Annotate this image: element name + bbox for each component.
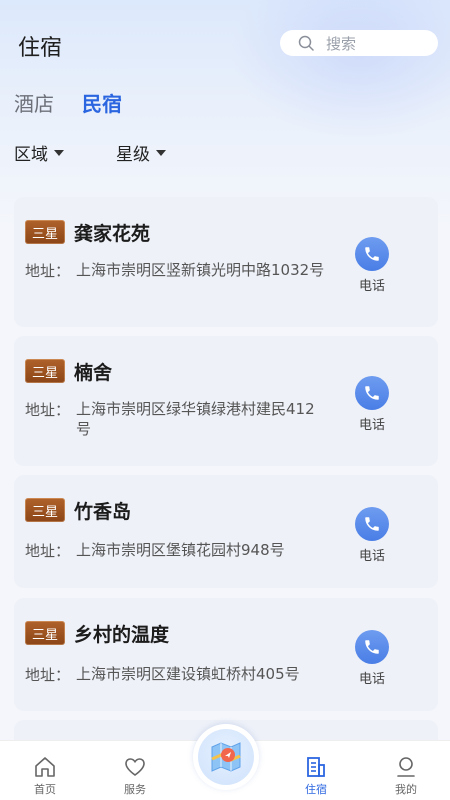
call-label: 电话 (358, 279, 385, 294)
listing-card[interactable]: 三星 乡村的温度 地址： 上海市崇明区建设镇虹桥村405号 电话 (14, 598, 438, 711)
nav-home[interactable]: 首页 (15, 755, 75, 797)
address-text: 上海市崇明区建设镇虹桥村405号 (76, 665, 300, 683)
listing-card[interactable]: 三星 竹香岛 地址： 上海市崇明区堡镇花园村948号 电话 (14, 475, 438, 588)
star-badge: 三星 (25, 621, 65, 645)
search-placeholder: 搜索 (326, 34, 357, 53)
listing-address: 地址： 上海市崇明区堡镇花园村948号 (25, 540, 325, 561)
search-bar[interactable]: 搜索 (280, 30, 438, 56)
user-icon (397, 757, 415, 777)
map-navigation-icon (198, 729, 254, 785)
search-icon (298, 35, 314, 51)
filter-star-label: 星级 (116, 145, 150, 165)
call-button[interactable]: 电话 (354, 376, 390, 433)
header: 住宿 搜索 (0, 0, 450, 80)
star-badge: 三星 (25, 498, 65, 522)
filter-bar: 区域 星级 (14, 140, 166, 165)
listing-address: 地址： 上海市崇明区竖新镇光明中路1032号 (25, 260, 325, 281)
listing-card[interactable]: 三星 龚家花苑 地址： 上海市崇明区竖新镇光明中路1032号 电话 (14, 197, 438, 327)
listing-name: 龚家花苑 (74, 223, 151, 245)
phone-icon (355, 237, 389, 271)
nav-home-label: 首页 (34, 783, 56, 796)
caret-down-icon (156, 149, 166, 156)
address-text: 上海市崇明区绿华镇绿港村建民412号 (76, 400, 315, 438)
address-text: 上海市崇明区堡镇花园村948号 (76, 541, 285, 559)
call-label: 电话 (358, 418, 385, 433)
nav-profile-label: 我的 (395, 783, 417, 796)
filter-star-rating[interactable]: 星级 (116, 140, 166, 165)
home-icon (35, 757, 55, 777)
listing-name: 乡村的温度 (74, 624, 170, 646)
phone-icon (355, 630, 389, 664)
star-badge: 三星 (25, 359, 65, 383)
caret-down-icon (54, 149, 64, 156)
listing-name: 竹香岛 (74, 501, 132, 523)
listing-address: 地址： 上海市崇明区建设镇虹桥村405号 (25, 664, 325, 685)
nav-profile[interactable]: 我的 (376, 755, 436, 797)
nav-services[interactable]: 服务 (105, 755, 165, 797)
center-map-button[interactable] (193, 724, 259, 790)
nav-services-label: 服务 (124, 783, 146, 796)
star-badge: 三星 (25, 220, 65, 244)
address-text: 上海市崇明区竖新镇光明中路1032号 (76, 261, 325, 279)
address-label: 地址： (25, 262, 71, 280)
call-label: 电话 (358, 672, 385, 687)
address-label: 地址： (25, 542, 71, 560)
address-label: 地址： (25, 401, 71, 419)
call-button[interactable]: 电话 (354, 507, 390, 564)
tab-homestay[interactable]: 民宿 (82, 88, 122, 117)
tab-hotel[interactable]: 酒店 (14, 88, 54, 117)
call-button[interactable]: 电话 (354, 630, 390, 687)
listing-name: 楠舍 (74, 362, 113, 384)
call-label: 电话 (358, 549, 385, 564)
phone-icon (355, 376, 389, 410)
listing-address: 地址： 上海市崇明区绿华镇绿港村建民412号 (25, 399, 325, 439)
call-button[interactable]: 电话 (354, 237, 390, 294)
heart-icon (125, 758, 145, 776)
building-icon (307, 757, 325, 777)
nav-lodging[interactable]: 住宿 (286, 755, 346, 797)
phone-icon (355, 507, 389, 541)
nav-lodging-label: 住宿 (305, 783, 327, 796)
page-title: 住宿 (18, 36, 63, 61)
category-tabs: 酒店 民宿 (14, 88, 122, 117)
filter-region-label: 区域 (14, 145, 48, 165)
filter-region[interactable]: 区域 (14, 140, 64, 165)
address-label: 地址： (25, 666, 71, 684)
listing-card[interactable]: 三星 楠舍 地址： 上海市崇明区绿华镇绿港村建民412号 电话 (14, 336, 438, 466)
